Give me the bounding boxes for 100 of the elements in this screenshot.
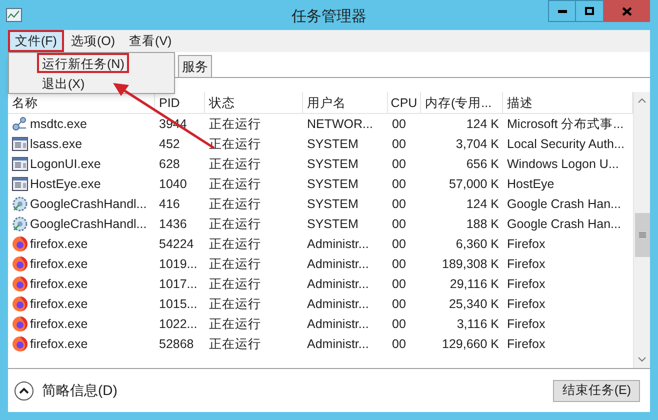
table-cell: Administr... [307, 336, 369, 351]
close-button[interactable] [604, 0, 650, 22]
table-cell: 656 K [466, 156, 499, 171]
table-cell: 129,660 K [442, 336, 499, 351]
table-cell: 416 [159, 196, 180, 211]
gear-icon [12, 216, 28, 232]
table-cell: 00 [392, 296, 406, 311]
table-cell: 29,116 K [450, 276, 499, 291]
gear-icon [12, 196, 28, 212]
table-cell: Firefox [507, 276, 546, 291]
window-icon [12, 157, 28, 171]
window-title: 任务管理器 [292, 7, 366, 27]
table-cell: 00 [392, 276, 406, 291]
table-cell: SYSTEM [307, 156, 358, 171]
table-cell: 正在运行 [209, 236, 261, 251]
column-header[interactable]: CPU [388, 92, 421, 114]
table-cell: 1022... [159, 316, 198, 331]
table-cell: Administr... [307, 236, 369, 251]
table-cell: 52868 [159, 336, 194, 351]
table-cell: 00 [392, 256, 406, 271]
table-cell-text: GoogleCrashHandl... [30, 196, 147, 213]
table-cell: NETWOR... [307, 116, 373, 131]
details-toggle[interactable]: 简略信息(D) [14, 380, 118, 401]
table-cell: 正在运行 [209, 276, 261, 291]
table-cell: Administr... [307, 296, 369, 311]
tab[interactable]: 服务 [178, 55, 212, 77]
table-cell: 正在运行 [209, 116, 261, 131]
table-cell: 正在运行 [209, 336, 261, 351]
table-cell: 54224 [159, 236, 194, 251]
table-cell: Microsoft 分布式事... [507, 116, 624, 131]
table-cell: 00 [392, 196, 406, 211]
table-cell: 124 K [466, 196, 499, 211]
table-cell: Firefox [507, 316, 546, 331]
table-cell-text: msdtc.exe [30, 116, 87, 133]
table-cell: 25,340 K [448, 296, 499, 311]
table-cell: 1017... [159, 276, 198, 291]
table-cell-text: firefox.exe [30, 316, 88, 333]
table-cell: 3,116 K [456, 316, 499, 331]
menu-option[interactable]: 退出(X) [37, 73, 90, 93]
column-header[interactable]: 状态 [205, 92, 303, 114]
menu-option[interactable]: 运行新任务(N) [37, 53, 130, 73]
column-header[interactable]: 用户名 [303, 92, 388, 114]
table-cell: Administr... [307, 316, 369, 331]
fox-globe-icon [12, 236, 28, 252]
minimize-button[interactable] [548, 0, 576, 22]
table-cell: Google Crash Han... [507, 196, 621, 211]
fox-globe-icon [12, 276, 28, 292]
table-cell: SYSTEM [307, 216, 358, 231]
table-cell: Firefox [507, 256, 546, 271]
column-header[interactable]: 内存(专用... [421, 92, 503, 114]
table-cell-text: firefox.exe [30, 256, 88, 273]
table-cell-text: firefox.exe [30, 236, 88, 253]
table-cell-text: GoogleCrashHandl... [30, 216, 147, 233]
close-icon [622, 6, 632, 16]
chevron-up-icon [14, 380, 34, 400]
window-icon [12, 177, 28, 191]
table-cell-text: lsass.exe [30, 136, 82, 153]
fox-globe-icon [12, 316, 28, 332]
table-cell: 正在运行 [209, 296, 261, 311]
table-cell: 正在运行 [209, 156, 261, 171]
table-cell: Administr... [307, 256, 369, 271]
table-cell: Firefox [507, 336, 546, 351]
menu-item[interactable]: 文件(F) [8, 30, 64, 52]
table-cell: 00 [392, 136, 406, 151]
window-icon [12, 137, 28, 151]
table-cell: SYSTEM [307, 176, 358, 191]
table-cell: 452 [159, 136, 180, 151]
table-cell: 00 [392, 116, 406, 131]
table-cell: 1436 [159, 216, 187, 231]
table-cell: 189,308 K [442, 256, 499, 271]
scrollbar[interactable] [633, 92, 650, 368]
table-cell: 00 [392, 236, 406, 251]
table-cell: 正在运行 [209, 196, 261, 211]
menu-item[interactable]: 选项(O) [64, 30, 122, 52]
table-cell: 正在运行 [209, 256, 261, 271]
table-cell: 00 [392, 176, 406, 191]
chart-window-icon [6, 8, 22, 22]
table-cell: 1040 [159, 176, 187, 191]
table-cell: HostEye [507, 176, 554, 191]
menu-item[interactable]: 查看(V) [122, 30, 179, 52]
table-cell-text: firefox.exe [30, 336, 88, 353]
table-cell: 正在运行 [209, 176, 261, 191]
fox-globe-icon [12, 256, 28, 272]
table-cell: 3,704 K [456, 136, 499, 151]
end-task-button[interactable]: 结束任务(E) [553, 380, 640, 402]
table-cell: 188 K [466, 216, 499, 231]
table-cell: Local Security Auth... [507, 136, 624, 151]
table-cell-text: LogonUI.exe [30, 156, 101, 173]
table-cell: 00 [392, 336, 406, 351]
table-cell: Firefox [507, 236, 546, 251]
scrollbar-thumb[interactable] [634, 213, 650, 257]
table-cell: 57,000 K [448, 176, 499, 191]
table-cell: 6,360 K [456, 236, 499, 251]
table-cell: Firefox [507, 296, 546, 311]
table-cell: SYSTEM [307, 196, 358, 211]
table-cell-text: firefox.exe [30, 276, 88, 293]
table-cell: 正在运行 [209, 316, 261, 331]
table-cell: 00 [392, 216, 406, 231]
table-cell: 正在运行 [209, 216, 261, 231]
table-cell: SYSTEM [307, 136, 358, 151]
